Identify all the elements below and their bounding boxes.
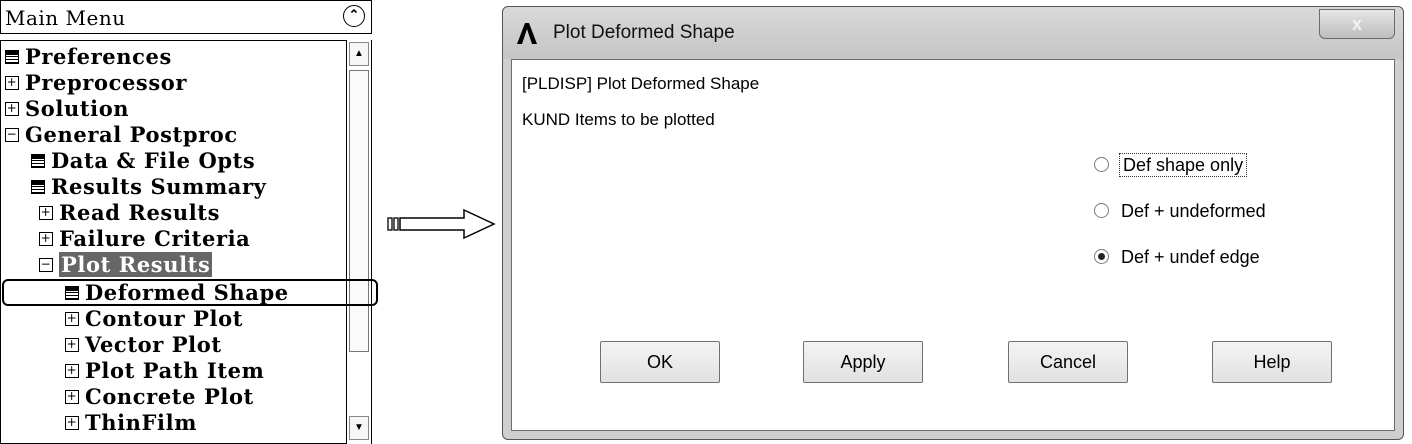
menu-scrollbar[interactable]: ▲ ▼ xyxy=(346,40,372,444)
radio-button-checked[interactable] xyxy=(1094,248,1109,264)
scroll-up-arrow-icon[interactable]: ▲ xyxy=(349,42,369,66)
radio-def-undef-edge[interactable]: Def + undef edge xyxy=(1094,242,1260,272)
expand-plus-icon[interactable]: + xyxy=(5,101,19,116)
command-line-label: [PLDISP] Plot Deformed Shape xyxy=(522,74,760,93)
expand-plus-icon[interactable]: + xyxy=(65,337,79,352)
main-menu-panel: Main Menu ⌃ Preferences + Preprocessor + S… xyxy=(0,0,378,444)
tree-item-general-postproc[interactable]: − General Postproc xyxy=(5,122,238,148)
radio-def-shape-only[interactable]: Def shape only xyxy=(1094,150,1248,180)
dialog-titlebar[interactable]: Plot Deformed Shape x xyxy=(503,7,1403,59)
tree-item-read-results[interactable]: + Read Results xyxy=(39,200,220,226)
tree-item-contour-plot[interactable]: + Contour Plot xyxy=(65,306,243,332)
tree-item-data-file-opts[interactable]: Data & File Opts xyxy=(31,148,255,174)
radio-button[interactable] xyxy=(1094,156,1109,172)
expand-plus-icon[interactable]: + xyxy=(5,75,19,90)
selected-item-label: Plot Results xyxy=(59,252,213,277)
tree-item-vector-plot[interactable]: + Vector Plot xyxy=(65,332,222,358)
page-icon xyxy=(5,49,19,64)
tree-item-solution[interactable]: + Solution xyxy=(5,96,129,122)
kund-label: KUND Items to be plotted xyxy=(522,110,715,129)
double-chevron-up-icon[interactable]: ⌃ xyxy=(343,5,365,27)
scroll-down-arrow-icon[interactable]: ▼ xyxy=(349,416,369,440)
expand-plus-icon[interactable]: + xyxy=(65,311,79,326)
dialog-title: Plot Deformed Shape xyxy=(553,22,735,43)
collapse-minus-icon[interactable]: − xyxy=(5,127,19,142)
cancel-button[interactable]: Cancel xyxy=(1008,341,1128,383)
tree-item-thinfilm[interactable]: + ThinFilm xyxy=(65,410,197,436)
collapse-minus-icon[interactable]: − xyxy=(39,257,53,272)
tree-item-plot-results[interactable]: − Plot Results xyxy=(39,252,213,278)
radio-def-undeformed[interactable]: Def + undeformed xyxy=(1094,196,1266,226)
tree-item-concrete-plot[interactable]: + Concrete Plot xyxy=(65,384,254,410)
dialog-body: [PLDISP] Plot Deformed Shape KUND Items … xyxy=(511,59,1395,431)
highlight-annotation-box xyxy=(2,279,378,306)
scroll-thumb[interactable] xyxy=(349,70,369,352)
ok-button[interactable]: OK xyxy=(600,341,720,383)
tree-item-failure-criteria[interactable]: + Failure Criteria xyxy=(39,226,250,252)
close-button[interactable]: x xyxy=(1319,9,1395,39)
tree-item-results-summary[interactable]: Results Summary xyxy=(31,174,266,200)
radio-label: Def shape only xyxy=(1118,153,1248,177)
plot-deformed-shape-dialog: Plot Deformed Shape x [PLDISP] Plot Defo… xyxy=(502,6,1404,440)
main-menu-tree: Preferences + Preprocessor + Solution − Gen… xyxy=(0,40,372,444)
right-arrow-icon xyxy=(387,208,496,240)
main-menu-header: Main Menu ⌃ xyxy=(0,0,372,34)
apply-button[interactable]: Apply xyxy=(803,341,923,383)
expand-plus-icon[interactable]: + xyxy=(39,231,53,246)
main-menu-title: Main Menu xyxy=(5,6,126,30)
radio-button[interactable] xyxy=(1094,202,1109,218)
radio-label: Def + undeformed xyxy=(1121,201,1266,221)
ansys-logo-icon xyxy=(517,23,537,44)
page-icon xyxy=(31,179,45,194)
expand-plus-icon[interactable]: + xyxy=(39,205,53,220)
help-button[interactable]: Help xyxy=(1212,341,1332,383)
tree-item-preferences[interactable]: Preferences xyxy=(5,44,172,70)
expand-plus-icon[interactable]: + xyxy=(65,415,79,430)
radio-label: Def + undef edge xyxy=(1121,247,1260,267)
page-icon xyxy=(31,153,45,168)
close-icon: x xyxy=(1351,14,1362,34)
tree-item-plot-path-item[interactable]: + Plot Path Item xyxy=(65,358,264,384)
tree-item-preprocessor[interactable]: + Preprocessor xyxy=(5,70,187,96)
expand-plus-icon[interactable]: + xyxy=(65,389,79,404)
expand-plus-icon[interactable]: + xyxy=(65,363,79,378)
